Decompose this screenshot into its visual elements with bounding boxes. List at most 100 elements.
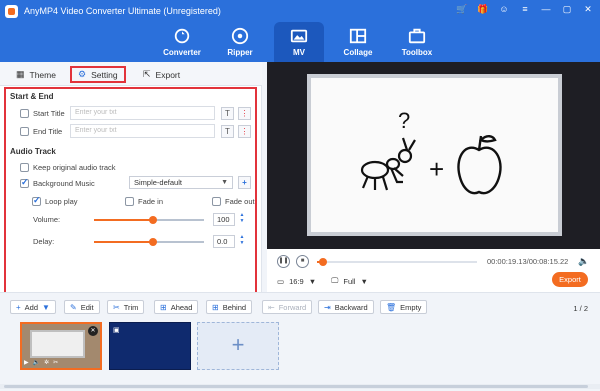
scrollbar-thumb[interactable] bbox=[4, 385, 588, 388]
nav-converter[interactable]: Converter bbox=[157, 22, 207, 62]
zoom-value[interactable]: Full bbox=[343, 277, 355, 286]
question-mark: ? bbox=[398, 108, 410, 133]
music-select[interactable]: Simple-default ▼ bbox=[129, 176, 233, 189]
add-label: Add bbox=[24, 302, 39, 312]
refresh-icon bbox=[174, 28, 190, 44]
forward-button[interactable]: ⇤ Forward bbox=[262, 300, 313, 314]
nav-mv[interactable]: MV bbox=[274, 22, 324, 62]
fade-in-checkbox[interactable] bbox=[125, 196, 134, 206]
delay-stepper[interactable]: ▲ ▼ bbox=[238, 234, 246, 246]
empty-button[interactable]: 🗑 Empty bbox=[380, 300, 428, 314]
end-text-position-button[interactable]: ⋮ bbox=[238, 125, 251, 138]
start-title-checkbox[interactable] bbox=[20, 108, 29, 118]
menu-icon[interactable]: ≡ bbox=[519, 4, 531, 15]
export-button[interactable]: Export bbox=[552, 272, 588, 287]
edit-button[interactable]: ✎ Edit bbox=[64, 300, 100, 314]
clip-thumbnail[interactable]: ✕ ▶ 🔈 ✲ ✂ bbox=[20, 322, 102, 370]
delay-slider[interactable] bbox=[94, 238, 204, 246]
zoom-chevron-down-icon[interactable]: ▼ bbox=[360, 277, 367, 286]
fade-in-row: Fade in bbox=[125, 194, 163, 208]
nav-ripper[interactable]: Ripper bbox=[215, 22, 265, 62]
end-title-input[interactable]: Enter your txt bbox=[70, 124, 215, 138]
page-count: 1 / 2 bbox=[573, 304, 588, 313]
end-text-style-button[interactable]: T bbox=[221, 125, 234, 138]
clip-timeline: ✕ ▶ 🔈 ✲ ✂ ▣ + bbox=[0, 319, 600, 391]
loop-play-row: Loop play bbox=[32, 194, 78, 208]
music-select-value: Simple-default bbox=[134, 178, 182, 187]
film-icon: ▣ bbox=[113, 327, 120, 334]
gear-icon: ⚙ bbox=[78, 69, 87, 79]
title-bar: AnyMP4 Video Converter Ultimate (Unregis… bbox=[0, 0, 600, 22]
volume-slider-handle[interactable] bbox=[149, 216, 157, 224]
aspect-chevron-down-icon[interactable]: ▼ bbox=[309, 277, 316, 286]
behind-button[interactable]: ⊞ Behind bbox=[206, 300, 253, 314]
backward-button[interactable]: ⇥ Backward bbox=[318, 300, 374, 314]
app-title: AnyMP4 Video Converter Ultimate (Unregis… bbox=[24, 6, 221, 16]
add-clip-button[interactable]: + bbox=[197, 322, 279, 370]
cart-icon[interactable]: 🛒 bbox=[456, 4, 468, 15]
grid-icon: ▦ bbox=[16, 69, 25, 79]
end-title-checkbox[interactable] bbox=[20, 126, 29, 136]
fade-out-checkbox[interactable] bbox=[212, 196, 221, 206]
cut-icon[interactable]: ✂ bbox=[53, 359, 58, 366]
plus-icon: + bbox=[16, 302, 21, 312]
volume-input[interactable]: 100 bbox=[213, 213, 235, 226]
start-title-input[interactable]: Enter your txt bbox=[70, 106, 215, 120]
nav-label-collage: Collage bbox=[343, 48, 373, 57]
close-icon[interactable]: ✕ bbox=[582, 4, 594, 15]
scissors-icon: ✂ bbox=[113, 302, 120, 312]
edit-label: Edit bbox=[80, 302, 94, 312]
effects-icon[interactable]: ✲ bbox=[44, 359, 49, 366]
app-logo bbox=[5, 4, 18, 18]
ant-drawing bbox=[360, 137, 416, 191]
pause-button[interactable]: ❚❚ bbox=[277, 255, 290, 268]
trim-button[interactable]: ✂ Trim bbox=[107, 300, 145, 314]
clip-whiteboard bbox=[30, 330, 85, 358]
background-music-checkbox[interactable] bbox=[20, 177, 29, 188]
delay-slider-handle[interactable] bbox=[149, 238, 157, 246]
window-controls: 🛒 🎁 ☺ ≡ — ▢ ✕ bbox=[456, 4, 594, 15]
clip-thumbnail-2[interactable]: ▣ bbox=[109, 322, 191, 370]
add-music-button[interactable]: + bbox=[238, 176, 251, 189]
edit-icon: ✎ bbox=[70, 302, 77, 312]
play-icon[interactable]: ▶ bbox=[24, 359, 29, 366]
minimize-icon[interactable]: — bbox=[540, 4, 552, 15]
gift-icon[interactable]: 🎁 bbox=[477, 4, 489, 15]
tab-theme[interactable]: ▦ Theme bbox=[16, 66, 56, 83]
volume-stepper[interactable]: ▲ ▼ bbox=[238, 212, 246, 224]
add-button[interactable]: + Add ▼ bbox=[10, 300, 56, 314]
behind-label: Behind bbox=[222, 302, 247, 312]
text-style-button[interactable]: T bbox=[221, 107, 234, 120]
audio-track-heading: Audio Track bbox=[10, 147, 56, 156]
nav-collage[interactable]: Collage bbox=[333, 22, 383, 62]
keep-original-checkbox[interactable] bbox=[20, 162, 29, 172]
aspect-ratio-icon: ▭ bbox=[277, 276, 285, 286]
volume-slider[interactable] bbox=[94, 216, 204, 224]
aspect-ratio-value[interactable]: 16:9 bbox=[289, 277, 304, 286]
toolbox-icon bbox=[408, 28, 426, 44]
backward-icon: ⇥ bbox=[324, 302, 331, 312]
delay-input[interactable]: 0.0 bbox=[213, 235, 235, 248]
ahead-button[interactable]: ⊞ Ahead bbox=[154, 300, 199, 314]
progress-handle[interactable] bbox=[319, 258, 327, 266]
video-preview: ? + bbox=[267, 62, 600, 249]
loop-play-checkbox[interactable] bbox=[32, 195, 41, 206]
volume-icon[interactable]: 🔈 bbox=[578, 256, 589, 267]
chevron-down-icon: ▼ bbox=[221, 179, 228, 186]
tab-export[interactable]: ⇱ Export bbox=[143, 66, 180, 83]
audio-icon[interactable]: 🔈 bbox=[33, 359, 40, 366]
playback-progress[interactable] bbox=[317, 258, 477, 266]
tab-setting[interactable]: ⚙ Setting bbox=[70, 66, 126, 83]
fade-out-label: Fade out bbox=[225, 196, 255, 206]
remove-clip-icon[interactable]: ✕ bbox=[88, 326, 98, 336]
backward-label: Backward bbox=[334, 302, 368, 312]
trash-icon: 🗑 bbox=[386, 302, 397, 312]
maximize-icon[interactable]: ▢ bbox=[561, 4, 573, 15]
stop-button[interactable]: ■ bbox=[296, 255, 309, 268]
nav-toolbox[interactable]: Toolbox bbox=[392, 22, 442, 62]
settings-panel: ▦ Theme ⚙ Setting ⇱ Export Start & End S… bbox=[0, 62, 262, 315]
text-position-button[interactable]: ⋮ bbox=[238, 107, 251, 120]
clip-actions: ▶ 🔈 ✲ ✂ bbox=[24, 359, 58, 366]
user-icon[interactable]: ☺ bbox=[498, 4, 510, 15]
timeline-scrollbar[interactable] bbox=[0, 384, 600, 389]
